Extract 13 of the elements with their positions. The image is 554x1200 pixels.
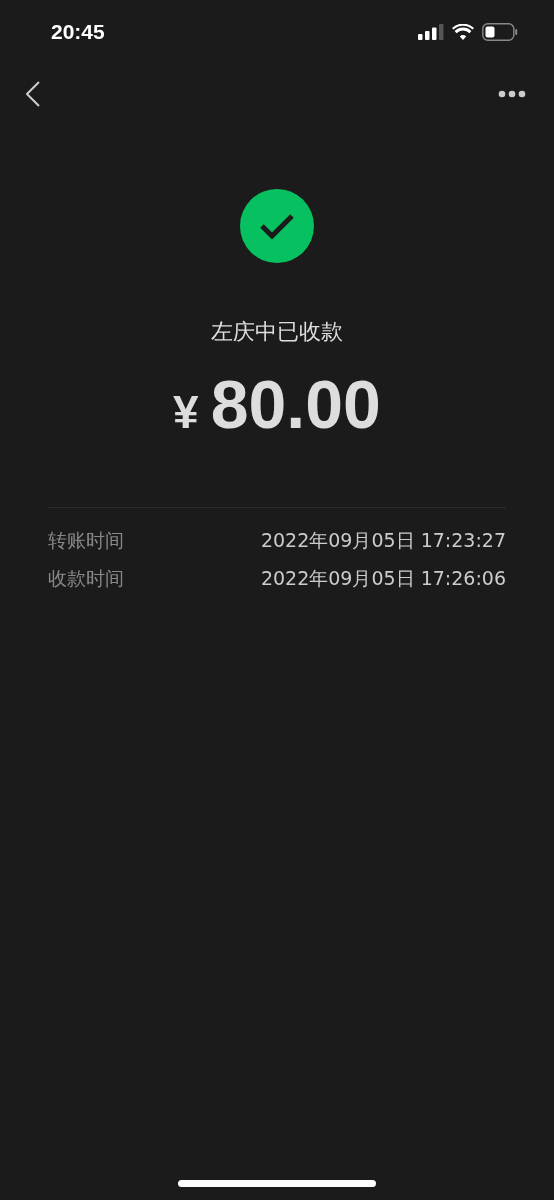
detail-value: 2022年09月05日 17:23:27 xyxy=(260,528,506,553)
amount-text: 80.00 xyxy=(210,365,381,443)
status-time: 20:45 xyxy=(51,20,105,44)
battery-icon xyxy=(482,23,518,41)
currency-symbol: ¥ xyxy=(173,385,199,439)
detail-label: 转账时间 xyxy=(48,528,124,553)
payee-status-text: 左庆中已收款 xyxy=(211,318,343,346)
detail-value: 2022年09月05日 17:26:06 xyxy=(260,566,506,591)
signal-icon xyxy=(418,24,444,40)
more-icon[interactable] xyxy=(498,90,526,98)
wifi-icon xyxy=(452,24,474,40)
back-icon[interactable] xyxy=(26,81,40,107)
detail-label: 收款时间 xyxy=(48,566,124,591)
